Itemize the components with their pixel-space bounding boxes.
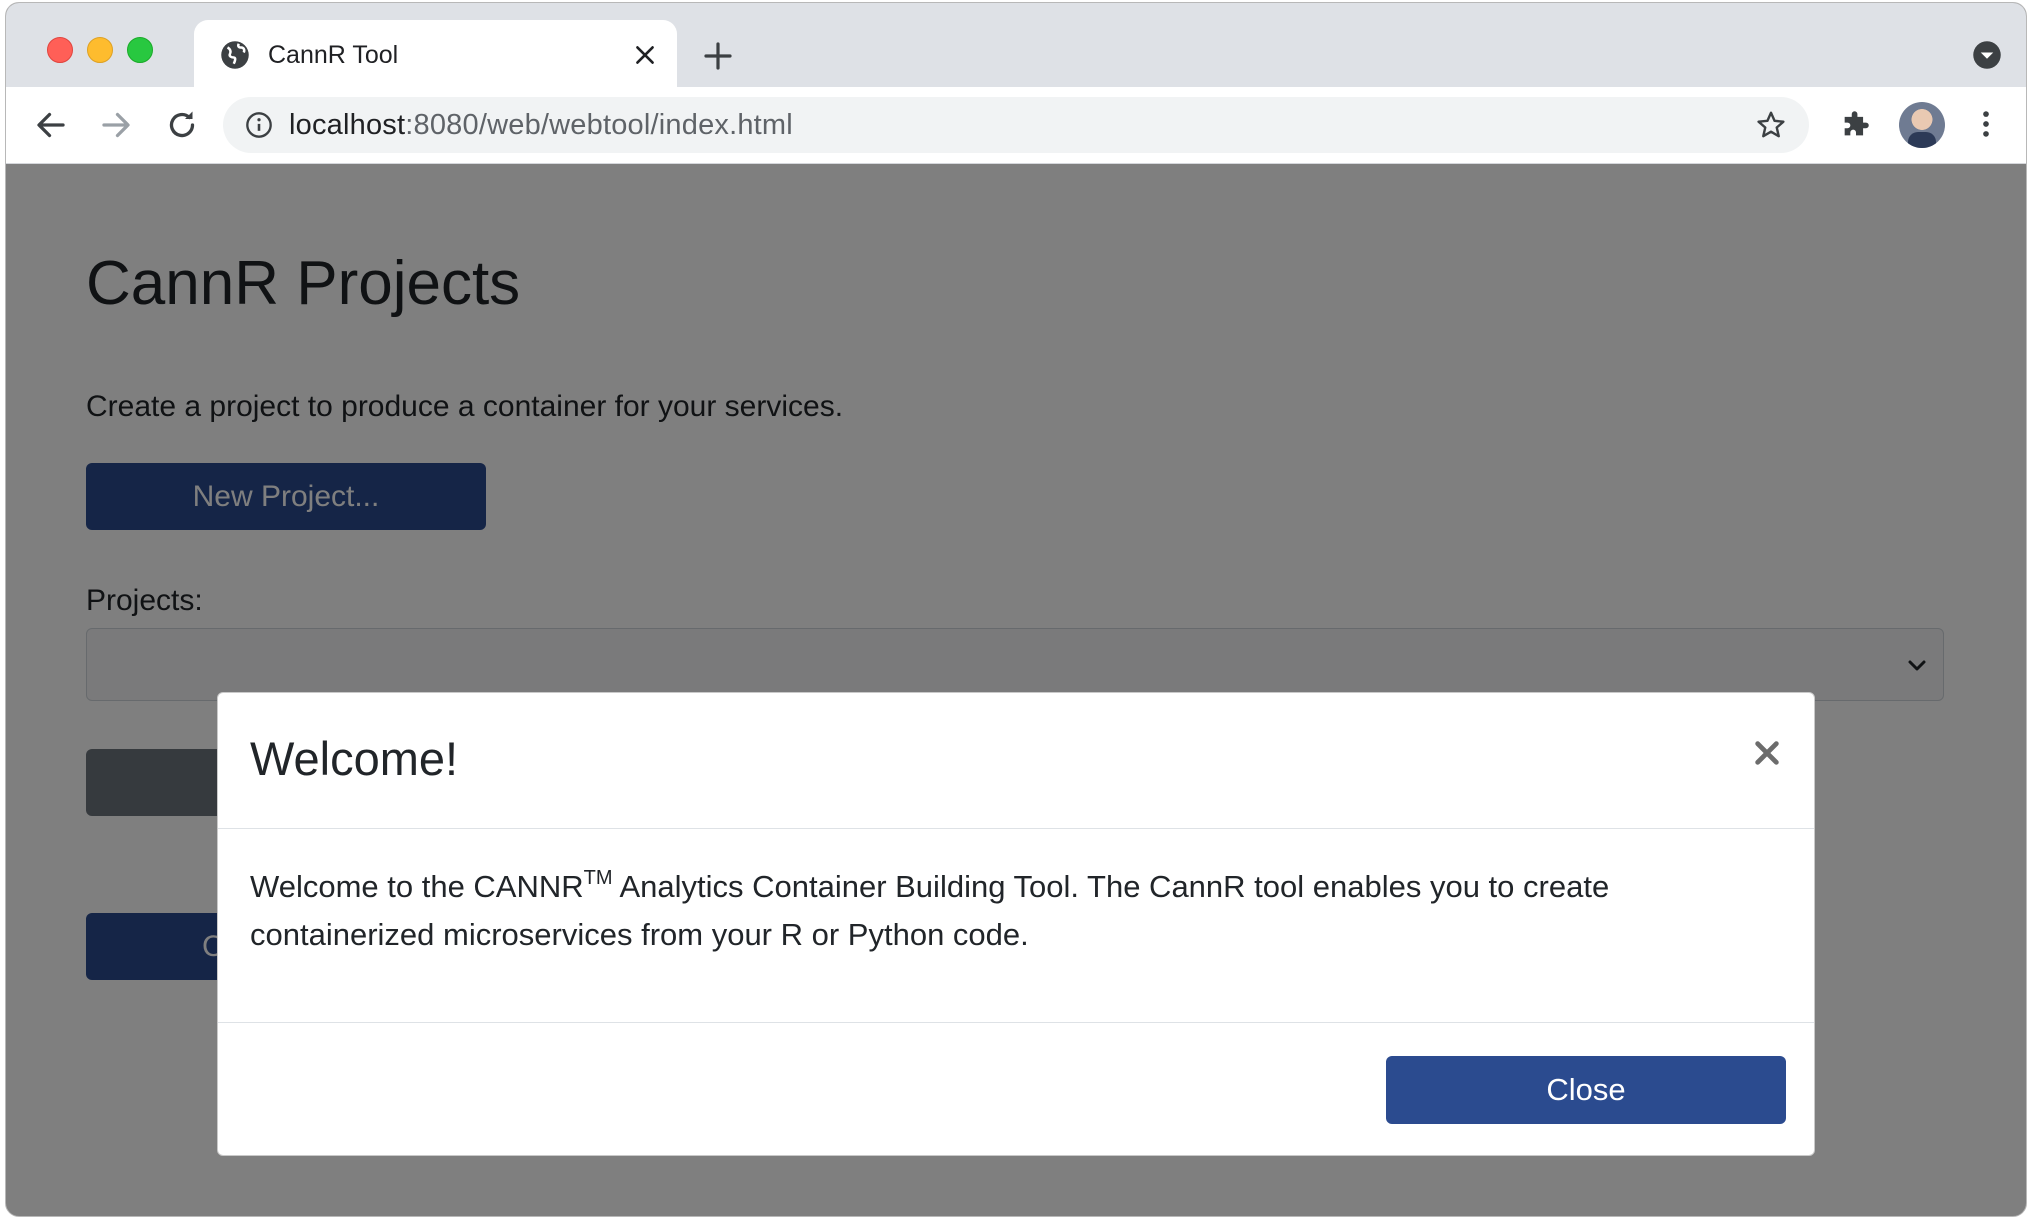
- modal-header: Welcome!: [218, 693, 1814, 829]
- modal-title: Welcome!: [250, 732, 459, 785]
- maximize-window-button[interactable]: [127, 37, 153, 63]
- page-content: CannR Projects Create a project to produ…: [6, 164, 2026, 1216]
- close-window-button[interactable]: [47, 37, 73, 63]
- close-icon[interactable]: [1751, 737, 1783, 769]
- forward-icon[interactable]: [98, 107, 134, 143]
- modal-body-text: Welcome to the CANNRTM Analytics Contain…: [250, 863, 1770, 959]
- close-icon[interactable]: [632, 42, 658, 68]
- tab-strip: CannR Tool: [6, 3, 2026, 88]
- url-text[interactable]: localhost:8080/web/webtool/index.html: [289, 110, 793, 140]
- tab-title: CannR Tool: [268, 41, 399, 69]
- globe-icon: [221, 41, 249, 69]
- tab-search-icon[interactable]: [1972, 40, 2002, 70]
- browser-tab[interactable]: CannR Tool: [194, 20, 677, 88]
- trademark-superscript: TM: [583, 866, 613, 889]
- welcome-modal: Welcome! Welcome to the CANNRTM Analytic…: [217, 692, 1815, 1156]
- url-host: localhost: [289, 109, 406, 141]
- plus-icon[interactable]: [702, 40, 734, 72]
- avatar[interactable]: [1899, 102, 1945, 148]
- browser-window: CannR Tool localhost:8080/web/webtool/in…: [5, 2, 2027, 1217]
- kebab-menu-icon[interactable]: [1969, 107, 2003, 141]
- back-icon[interactable]: [33, 107, 69, 143]
- browser-toolbar: localhost:8080/web/webtool/index.html: [6, 87, 2026, 164]
- modal-footer: Close: [218, 1022, 1814, 1156]
- star-icon[interactable]: [1755, 109, 1787, 141]
- close-button[interactable]: Close: [1386, 1056, 1786, 1124]
- puzzle-icon[interactable]: [1839, 107, 1873, 141]
- reload-icon[interactable]: [164, 107, 200, 143]
- url-path: :8080/web/webtool/index.html: [405, 109, 793, 141]
- minimize-window-button[interactable]: [87, 37, 113, 63]
- address-bar[interactable]: localhost:8080/web/webtool/index.html: [223, 97, 1809, 153]
- info-icon[interactable]: [245, 111, 273, 139]
- modal-body-start: Welcome to the CANNR: [250, 869, 584, 904]
